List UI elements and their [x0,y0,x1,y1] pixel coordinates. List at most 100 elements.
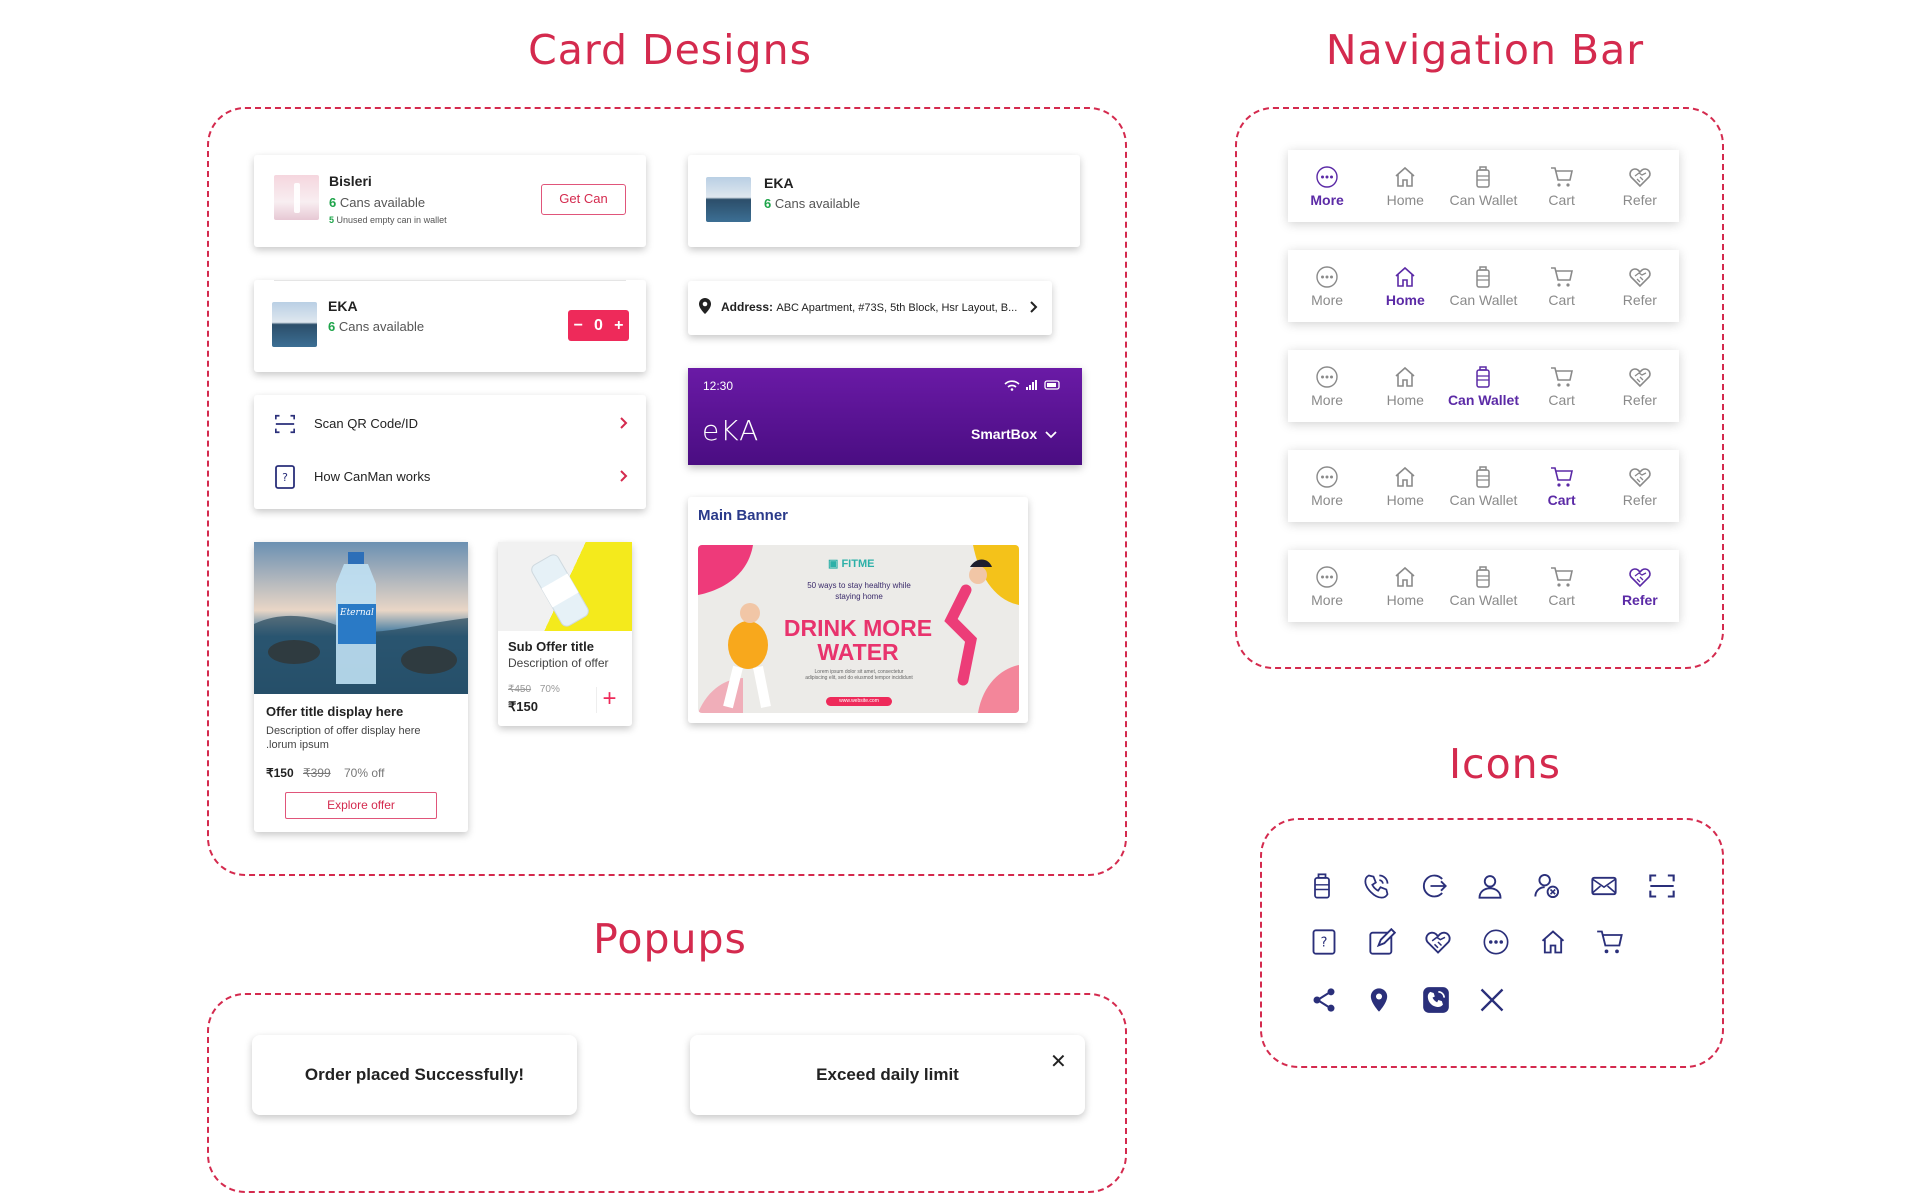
offer-price: ₹150 [266,766,294,780]
eka-availability: 6 Cans available [764,196,860,211]
address-card[interactable]: Address: ABC Apartment, #73S, 5th Block,… [688,281,1052,335]
offer-brand-label: Eternal [340,608,374,618]
bisleri-availability: 6 Cans available [329,195,425,210]
bisleri-thumbnail [274,175,319,220]
nav-item-more[interactable]: More [1291,465,1363,508]
eka-card[interactable]: EKA 6 Cans available [688,155,1080,247]
viber-phone-icon[interactable] [1422,986,1450,1014]
address-label: Address: [721,300,774,314]
nav-item-refer[interactable]: Refer [1604,365,1676,408]
status-icons [1004,380,1060,391]
scan-icon [275,414,295,434]
sub-offer-card[interactable]: Sub Offer title Description of offer ₹45… [498,542,632,726]
nav-item-label: Cart [1548,191,1575,208]
quantity-stepper[interactable]: − 0 + [568,310,629,341]
logout-icon[interactable] [1420,872,1448,900]
home-icon [1395,266,1415,287]
scan-icon[interactable] [1648,872,1676,900]
navigation-bar-title: Navigation Bar [1325,26,1645,74]
nav-item-cart[interactable]: Cart [1526,465,1598,508]
nav-item-home[interactable]: Home [1369,265,1441,308]
nav-item-more[interactable]: More [1291,565,1363,608]
can-icon [1476,165,1491,188]
main-banner-card[interactable]: Main Banner ▣ FITME 50 ways to stay heal… [688,497,1028,723]
nav-item-label: More [1311,391,1344,408]
bisleri-card[interactable]: Bisleri 6 Cans available 5 Unused empty … [254,155,646,247]
add-button[interactable]: + [596,687,622,713]
nav-item-refer[interactable]: Refer [1604,165,1676,208]
nav-item-home[interactable]: Home [1369,165,1441,208]
order-success-popup: Order placed Successfully! [252,1035,577,1115]
share-icon[interactable] [1310,986,1338,1014]
nav-item-label: More [1310,191,1344,208]
nav-item-label: Refer [1622,491,1657,508]
get-can-button[interactable]: Get Can [541,184,626,215]
can-icon [1476,265,1491,288]
menu-item-scan[interactable]: Scan QR Code/ID [254,403,646,443]
status-time: 12:30 [703,379,734,393]
chevron-right-icon[interactable] [1030,301,1038,313]
more-dots-icon [1316,265,1338,288]
refer-handshake-icon [1629,567,1651,587]
nav-item-more[interactable]: More [1291,165,1363,208]
increment-button[interactable]: + [614,317,623,335]
location-pin-icon[interactable] [1365,986,1393,1014]
location-pin-icon [699,298,711,314]
phone-call-icon[interactable] [1363,872,1391,900]
smartbox-selector[interactable]: SmartBox [971,426,1057,442]
nav-item-label: Cart [1547,491,1576,508]
cart-icon [1550,166,1573,187]
daily-limit-popup: Exceed daily limit ✕ [690,1035,1085,1115]
nav-item-home[interactable]: Home [1369,365,1441,408]
user-remove-icon[interactable] [1533,872,1561,900]
help-book-icon[interactable]: ? [1310,928,1338,956]
nav-item-refer[interactable]: Refer [1604,565,1676,608]
can-icon[interactable] [1308,872,1336,900]
nav-item-refer[interactable]: Refer [1604,265,1676,308]
menu-item-how-it-works[interactable]: ? How CanMan works [254,456,646,496]
nav-item-label: Home [1386,191,1424,208]
nav-item-can-wallet[interactable]: Can Wallet [1447,165,1519,208]
sub-offer-old-price-row: ₹450 70% [508,684,560,695]
offer-card[interactable]: Eternal Offer title display here Descrip… [254,542,468,832]
explore-offer-button[interactable]: Explore offer [285,792,437,819]
home-icon [1395,166,1415,187]
refer-handshake-icon [1629,167,1651,187]
nav-item-cart[interactable]: Cart [1526,265,1598,308]
home-icon[interactable] [1539,928,1567,956]
cart-icon[interactable] [1596,928,1624,956]
banner-url-pill[interactable]: www.website.com [826,697,892,706]
eka-stepper-name: EKA [328,298,358,314]
nav-item-home[interactable]: Home [1369,565,1441,608]
nav-item-label: Cart [1548,591,1575,608]
nav-item-label: Refer [1622,391,1657,408]
nav-item-cart[interactable]: Cart [1526,165,1598,208]
close-popup-button[interactable]: ✕ [1050,1049,1067,1074]
app-header: 12:30 eKA SmartBox [688,368,1082,465]
sub-offer-old-price: ₹450 [508,684,532,695]
more-dots-icon[interactable] [1482,928,1510,956]
nav-item-more[interactable]: More [1291,265,1363,308]
eka-thumbnail [706,177,751,222]
nav-item-cart[interactable]: Cart [1526,365,1598,408]
nav-item-can-wallet[interactable]: Can Wallet [1447,465,1519,508]
quantity-value: 0 [594,316,603,334]
nav-item-label: Refer [1622,191,1657,208]
close-icon[interactable] [1478,986,1506,1014]
nav-item-can-wallet[interactable]: Can Wallet [1447,365,1519,408]
nav-item-can-wallet[interactable]: Can Wallet [1447,565,1519,608]
nav-item-home[interactable]: Home [1369,465,1441,508]
user-icon[interactable] [1476,872,1504,900]
banner-headline-1: DRINK MORE [783,615,933,641]
menu-card: Scan QR Code/ID ? How CanMan works [254,395,646,509]
nav-item-refer[interactable]: Refer [1604,465,1676,508]
nav-item-cart[interactable]: Cart [1526,565,1598,608]
nav-item-more[interactable]: More [1291,365,1363,408]
edit-icon[interactable] [1368,928,1396,956]
eka-stepper-card[interactable]: EKA 6 Cans available − 0 + [254,280,646,372]
decrement-button[interactable]: − [574,317,583,335]
nav-bar-variant-cart: More Home Can Wallet Cart Refer [1288,450,1679,522]
nav-item-can-wallet[interactable]: Can Wallet [1447,265,1519,308]
mail-icon[interactable] [1590,872,1618,900]
refer-handshake-icon[interactable] [1424,928,1452,956]
